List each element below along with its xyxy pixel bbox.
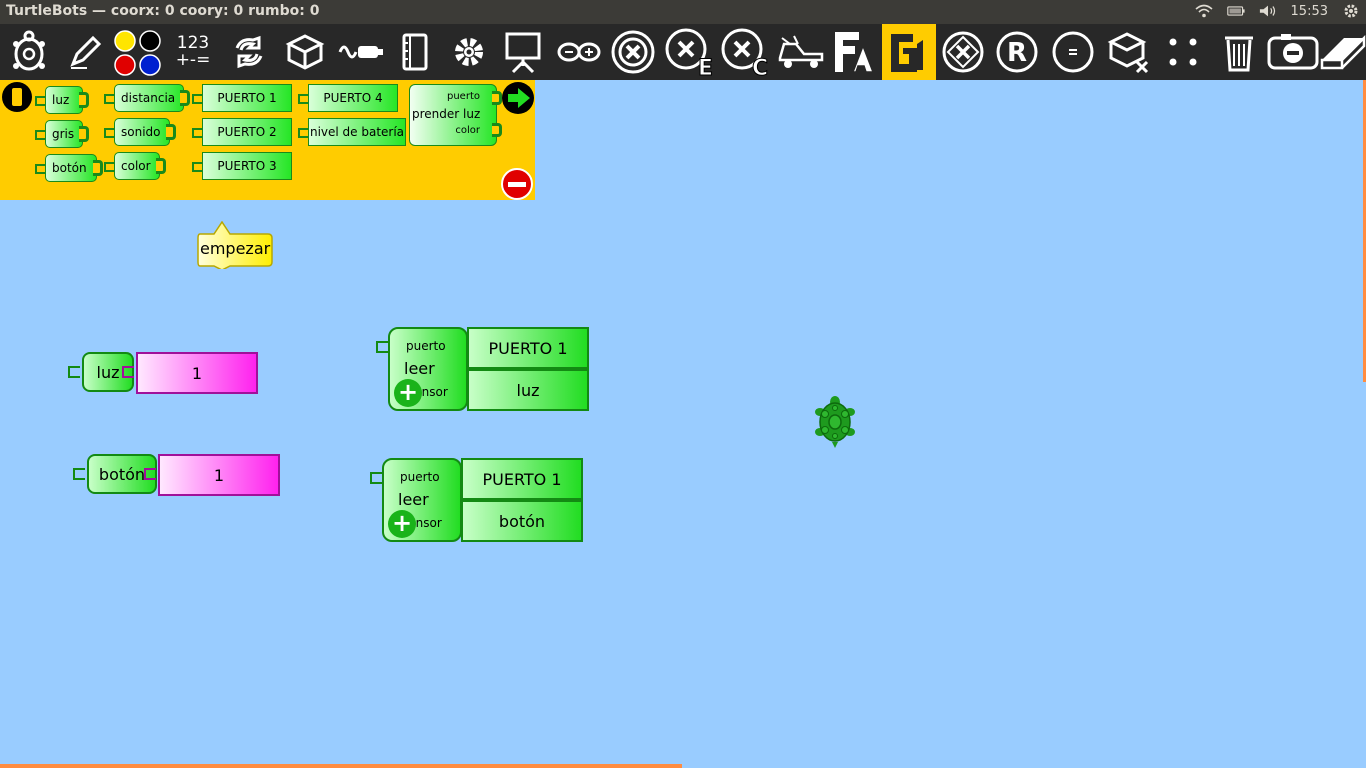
boton-value: 1 xyxy=(213,465,225,485)
butia-c-palette-icon[interactable]: C xyxy=(718,24,772,80)
butia-palette-icon[interactable] xyxy=(606,24,660,80)
dots-palette-icon[interactable] xyxy=(1156,24,1210,80)
window-title-bar: TurtleBots — coorx: 0 coory: 0 rumbo: 0 … xyxy=(0,0,1366,24)
sensor-value: luz xyxy=(516,380,540,400)
block-label: PUERTO 3 xyxy=(217,159,277,173)
start-block[interactable]: empezar xyxy=(196,221,274,269)
sensor-value: botón xyxy=(498,511,546,531)
leer-arg-puerto: puerto xyxy=(400,470,440,484)
vehicle-palette-icon[interactable] xyxy=(774,24,828,80)
prender-arg-puerto: puerto xyxy=(447,91,480,102)
g1-palette-icon[interactable] xyxy=(882,24,936,80)
prender-label: prender luz xyxy=(412,107,481,121)
leer-arg-puerto: puerto xyxy=(406,339,446,353)
leer-block-2[interactable]: puerto leer sensor + xyxy=(382,458,462,542)
svg-text:C: C xyxy=(752,56,768,77)
block-label: nivel de batería xyxy=(309,125,405,139)
trash-icon[interactable] xyxy=(1212,24,1266,80)
palette-block-luz[interactable]: luz xyxy=(35,86,89,114)
presentation-palette-icon[interactable] xyxy=(496,24,550,80)
luz-value: 1 xyxy=(191,363,203,383)
block-label: sonido xyxy=(121,125,161,139)
block-label: PUERTO 2 xyxy=(217,125,277,139)
palette-block-puerto-1[interactable]: PUERTO 1 xyxy=(192,84,292,112)
main-toolbar: 123 +-= E C R xyxy=(0,24,1366,80)
palette-block-nivel-bateria[interactable]: nivel de batería xyxy=(298,118,406,146)
media-palette-icon[interactable] xyxy=(388,24,442,80)
palette-block-prender-luz[interactable]: puerto prender luz color xyxy=(409,84,502,146)
boton-value-block[interactable]: 1 xyxy=(158,454,280,496)
block-label: distancia xyxy=(121,91,176,105)
svg-text:E: E xyxy=(698,56,713,77)
palette-block-distancia[interactable]: distancia xyxy=(104,84,190,112)
leer-block-1[interactable]: puerto leer sensor + xyxy=(388,327,468,411)
leer-label: leer xyxy=(398,490,429,509)
volume-icon[interactable] xyxy=(1259,2,1277,20)
palette-block-puerto-4[interactable]: PUERTO 4 xyxy=(298,84,398,112)
system-tray: 15:53 xyxy=(1195,2,1360,20)
hide-palette-icon[interactable] xyxy=(501,168,533,200)
leer-1-port-block[interactable]: PUERTO 1 xyxy=(467,327,589,369)
luz-box-label: luz xyxy=(96,362,120,382)
stop-icon[interactable] xyxy=(1266,24,1320,80)
minus-palette-icon[interactable] xyxy=(1046,24,1100,80)
dock-connector xyxy=(370,472,382,484)
pen-palette-icon[interactable] xyxy=(58,24,112,80)
palette-block-puerto-3[interactable]: PUERTO 3 xyxy=(192,152,292,180)
prender-arg-color: color xyxy=(455,125,480,136)
battery-icon[interactable] xyxy=(1226,2,1245,20)
x-diamond-palette-icon[interactable] xyxy=(936,24,990,80)
turtle-palette-icon[interactable] xyxy=(2,24,56,80)
port-value: PUERTO 1 xyxy=(482,469,562,489)
next-palette-arrow-icon[interactable] xyxy=(502,82,534,114)
leer-label: leer xyxy=(404,359,435,378)
leer-2-port-block[interactable]: PUERTO 1 xyxy=(461,458,583,500)
leer-2-sensor-block[interactable]: botón xyxy=(461,500,583,542)
extras-palette-icon[interactable] xyxy=(442,24,496,80)
window-title: TurtleBots — coorx: 0 coory: 0 rumbo: 0 xyxy=(6,3,320,19)
dock-connector xyxy=(376,341,388,353)
boton-box-label: botón xyxy=(98,464,146,484)
start-block-label: empezar xyxy=(200,239,271,258)
dock-connector xyxy=(122,366,134,378)
blocks-palette-icon[interactable] xyxy=(278,24,332,80)
expand-plus-icon[interactable]: + xyxy=(394,379,422,407)
block-label: gris xyxy=(52,127,75,141)
dock-connector xyxy=(144,468,156,480)
numbers-label-bottom: +-= xyxy=(175,50,211,70)
palette-block-sonido[interactable]: sonido xyxy=(104,118,176,146)
expand-plus-icon[interactable]: + xyxy=(388,510,416,538)
clock[interactable]: 15:53 xyxy=(1291,4,1328,19)
block-label: botón xyxy=(52,161,87,175)
flow-palette-icon[interactable] xyxy=(222,24,276,80)
horizontal-scrollbar[interactable] xyxy=(0,764,682,768)
luz-value-block[interactable]: 1 xyxy=(136,352,258,394)
r-palette-icon[interactable]: R xyxy=(990,24,1044,80)
palette-block-boton[interactable]: botón xyxy=(35,154,103,182)
palette-orientation-icon[interactable] xyxy=(2,82,32,112)
leer-1-sensor-block[interactable]: luz xyxy=(467,369,589,411)
block-label: luz xyxy=(52,93,70,107)
dock-connector xyxy=(68,366,80,378)
colors-palette-icon[interactable] xyxy=(110,24,164,80)
sensors-palette-icon[interactable] xyxy=(334,24,388,80)
turtle-sprite-icon[interactable] xyxy=(814,394,856,448)
arduino-palette-icon[interactable] xyxy=(552,24,606,80)
svg-text:R: R xyxy=(1007,38,1027,68)
block-label: color xyxy=(121,159,151,173)
port-value: PUERTO 1 xyxy=(488,338,568,358)
dock-connector xyxy=(73,468,85,480)
wifi-icon[interactable] xyxy=(1195,2,1213,20)
cubes-x-palette-icon[interactable] xyxy=(1102,24,1156,80)
block-label: PUERTO 1 xyxy=(217,91,277,105)
numbers-palette-icon[interactable]: 123 +-= xyxy=(166,24,220,80)
eraser-icon[interactable] xyxy=(1316,24,1366,80)
fa-palette-icon[interactable] xyxy=(828,24,882,80)
butia-e-palette-icon[interactable]: E xyxy=(662,24,716,80)
palette-block-puerto-2[interactable]: PUERTO 2 xyxy=(192,118,292,146)
palette-block-gris[interactable]: gris xyxy=(35,120,89,148)
block-label: PUERTO 4 xyxy=(323,91,383,105)
settings-gear-icon[interactable] xyxy=(1342,2,1360,20)
palette-block-color[interactable]: color xyxy=(104,152,166,180)
